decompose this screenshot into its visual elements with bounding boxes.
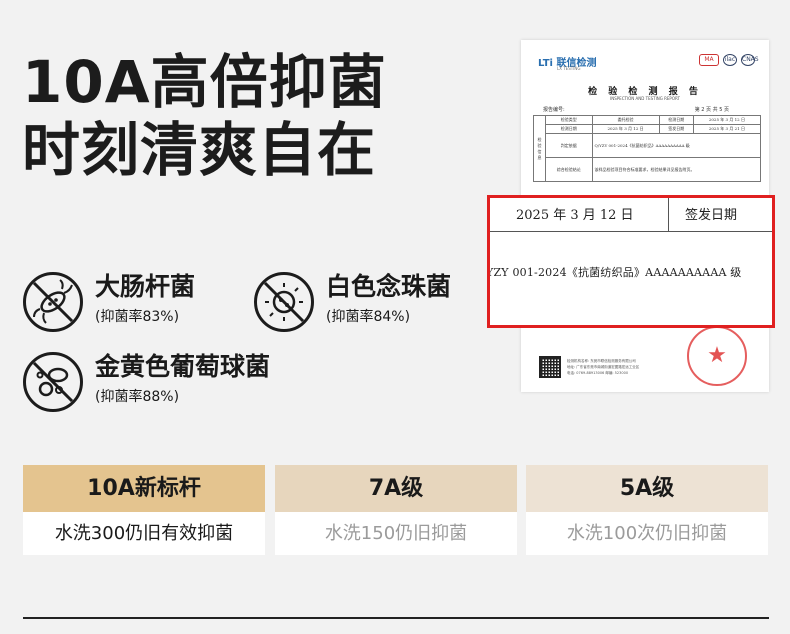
grade-title: 10A新标杆 [23,465,265,512]
table-cell: 判定依据 [545,133,593,158]
grade-card-10a: 10A新标杆 水洗300仍旧有效抑菌 [23,465,265,555]
candida-crossed-icon [254,272,314,332]
bacteria-rate: (抑菌率88%) [95,389,180,405]
headline: 10A高倍抑菌 时刻清爽自在 [22,48,387,184]
table-row: 判定依据 Q/YZY 001-2024《抗菌纺织品》AAAAAAAAAA 级 [534,133,762,158]
seal-star-icon: ★ [707,343,727,368]
cma-mark-icon: MA [699,54,719,66]
table-row: 综合检验结论 该样品检验项目符合标准要求，检验结果详见报告附页。 [534,157,762,182]
table-cell: 检验信息 [533,115,546,182]
bacteria-rate: (抑菌率83%) [95,309,180,325]
table-cell: Q/YZY 001-2024《抗菌纺织品》AAAAAAAAAA 级 [591,133,762,158]
report-zoom-callout: 2025 年 3 月 12 日 签发日期 YZY 001-2024《抗菌纺织品》… [487,195,775,328]
grade-description: 水洗100次仍旧抑菌 [526,512,768,555]
zoom-test-date: 2025 年 3 月 12 日 [516,208,634,223]
grade-card-5a: 5A级 水洗100次仍旧抑菌 [526,465,768,555]
official-seal-icon: ★ [687,326,747,386]
grade-card-7a: 7A级 水洗150仍旧抑菌 [275,465,517,555]
table-cell: 2025 年 3 月 12 日 [692,115,762,125]
grade-description: 水洗300仍旧有效抑菌 [23,512,265,555]
table-cell: 委托检验 [591,115,660,125]
bottom-divider [23,617,769,619]
bacteria-item-staphylococcus: 金黄色葡萄球菌 (抑菌率88%) [23,352,270,412]
bacteria-name: 白色念珠菌 [326,272,452,301]
grade-comparison: 10A新标杆 水洗300仍旧有效抑菌 7A级 水洗150仍旧抑菌 5A级 水洗1… [23,465,769,555]
table-cell: 检验类型 [545,115,593,125]
grade-description: 水洗150仍旧抑菌 [275,512,517,555]
staphylococcus-crossed-icon [23,352,83,412]
report-page-label: 第 2 页 共 5 页 [694,107,729,113]
lab-logo-subtitle: LX TESTING [557,66,581,71]
table-cell: 综合检验结论 [545,157,593,182]
headline-line-2: 时刻清爽自在 [22,116,377,184]
table-cell: 该样品检验项目符合标准要求，检验结果详见报告附页。 [591,157,762,182]
report-table: 检验信息 检验类型 委托检验 检测日期 2025 年 3 月 12 日 检测日期… [533,115,762,182]
table-row: 检测日期 2025 年 3 月 12 日 签发日期 2025 年 3 月 21 … [534,124,762,134]
table-cell: 检测日期 [658,115,694,125]
report-number-label: 报告编号: [543,107,565,113]
cnas-mark-icon: CNAS [741,54,759,66]
table-cell: 检测日期 [545,124,593,134]
ilac-mark-icon: ilac [723,54,737,66]
bacteria-item-e-coli: 大肠杆菌 (抑菌率83%) [23,272,195,332]
certification-marks: MA ilac CNAS [699,54,759,66]
e-coli-crossed-icon [23,272,83,332]
table-cell: 签发日期 [658,124,694,134]
headline-line-1: 10A高倍抑菌 [22,48,387,116]
bacteria-item-candida: 白色念珠菌 (抑菌率84%) [254,272,451,332]
zoom-date-row: 2025 年 3 月 12 日 签发日期 [490,198,772,232]
qr-code-icon [539,356,561,378]
bacteria-name: 金黄色葡萄球菌 [95,352,271,381]
grade-title: 5A级 [526,465,768,512]
report-title-en: INSPECTION AND TESTING REPORT [610,96,680,101]
bacteria-rate: (抑菌率84%) [326,309,411,325]
zoom-issue-date-label: 签发日期 [685,208,738,223]
zoom-divider [668,198,669,232]
bacteria-name: 大肠杆菌 [95,272,196,301]
table-cell: 2025 年 3 月 12 日 [591,124,660,134]
zoom-standard-text: YZY 001-2024《抗菌纺织品》AAAAAAAAAA 级 [487,266,742,279]
grade-title: 7A级 [275,465,517,512]
table-cell: 2025 年 3 月 21 日 [692,124,762,134]
table-row: 检验信息 检验类型 委托检验 检测日期 2025 年 3 月 12 日 [533,115,762,182]
